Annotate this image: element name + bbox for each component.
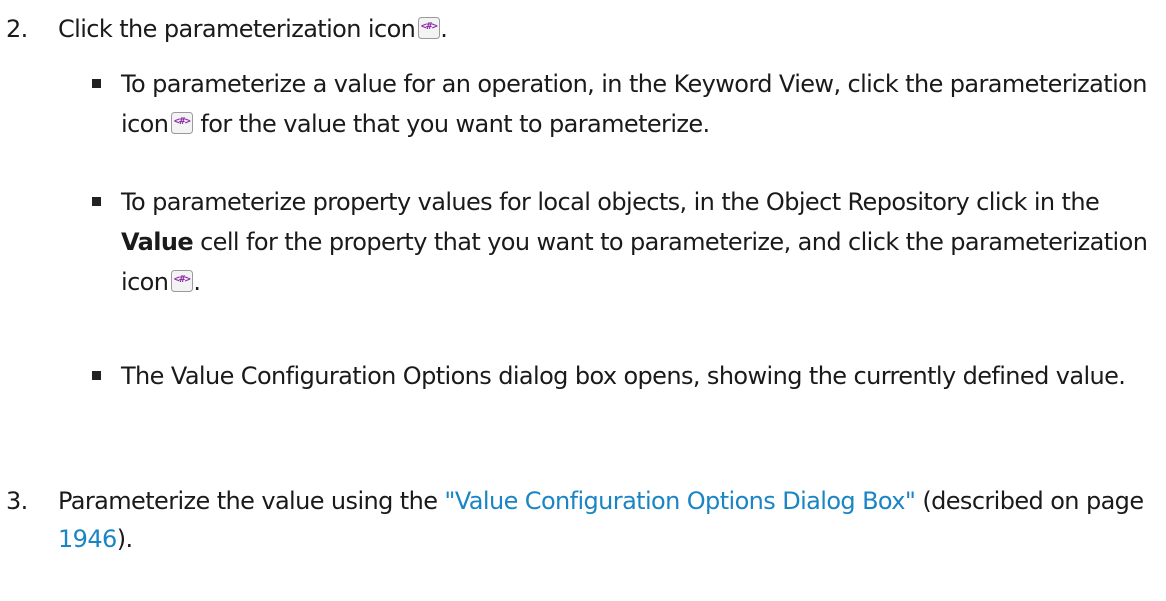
value-cell-label: Value	[121, 228, 194, 256]
value-configuration-dialog-link[interactable]: "Value Configuration Options Dialog Box"	[444, 487, 916, 515]
bullet-text: To parameterize property values for loca…	[121, 188, 1148, 296]
bullet-text: The Value Configuration Options dialog b…	[121, 362, 1126, 390]
square-bullet	[92, 79, 101, 88]
parameterization-icon[interactable]: <#>	[418, 17, 441, 39]
bullet-text: To parameterize a value for an operation…	[121, 70, 1147, 138]
step-text: Parameterize the value using the "Value …	[58, 487, 1144, 553]
svg-text:<#>: <#>	[421, 21, 438, 32]
step-number: 3.	[6, 487, 28, 515]
svg-text:<#>: <#>	[174, 116, 191, 127]
square-bullet	[92, 197, 101, 206]
step-number: 2.	[6, 15, 28, 43]
parameterization-icon[interactable]: <#>	[171, 270, 194, 292]
svg-text:<#>: <#>	[174, 274, 191, 285]
parameterization-icon[interactable]: <#>	[171, 112, 194, 134]
step-text: Click the parameterization icon <#>.	[58, 15, 448, 43]
document-page: 2. Click the parameterization icon <#>. T…	[0, 0, 1166, 601]
page-reference-link[interactable]: 1946	[58, 525, 117, 553]
square-bullet	[92, 371, 101, 380]
